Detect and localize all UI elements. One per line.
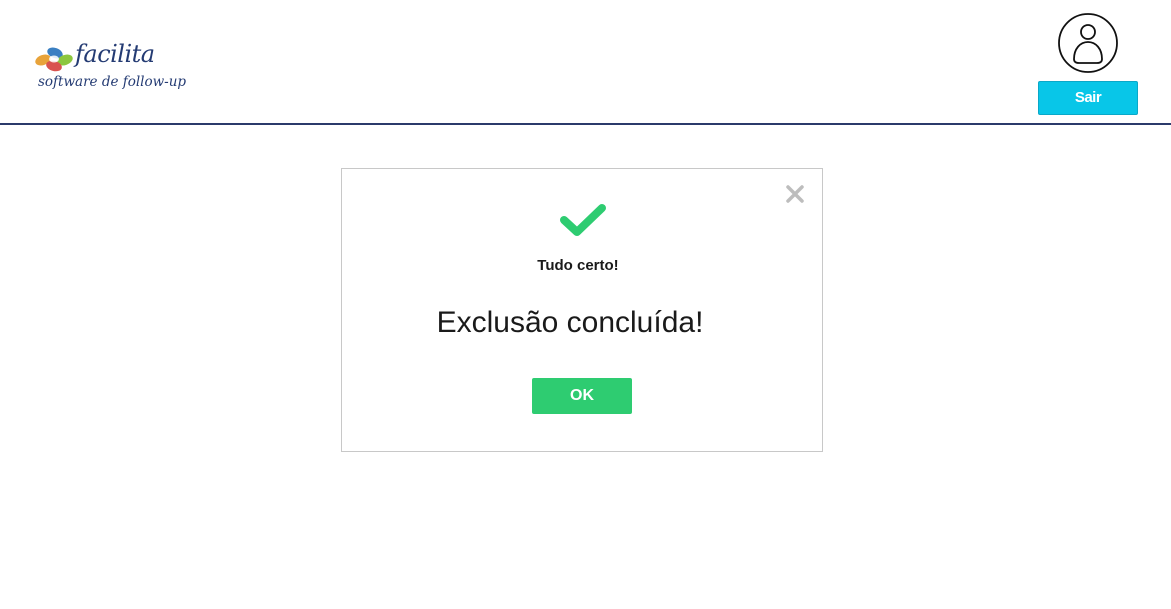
dialog-subtitle: Tudo certo!: [537, 257, 619, 274]
app-header: facilita software de follow-up Sair: [0, 0, 1171, 125]
close-icon[interactable]: [784, 183, 806, 205]
logo-tagline: software de follow-up: [38, 74, 187, 90]
logo-mark-icon: [35, 47, 73, 72]
ok-button[interactable]: OK: [532, 378, 632, 414]
check-icon: [560, 204, 606, 236]
app-logo: facilita software de follow-up: [33, 40, 187, 96]
user-icon[interactable]: [1058, 13, 1118, 73]
success-dialog: Tudo certo! Exclusão concluída! OK: [341, 168, 823, 452]
logout-button[interactable]: Sair: [1038, 81, 1138, 115]
dialog-message: Exclusão concluída!: [436, 306, 704, 339]
logo-name: facilita: [75, 40, 155, 68]
